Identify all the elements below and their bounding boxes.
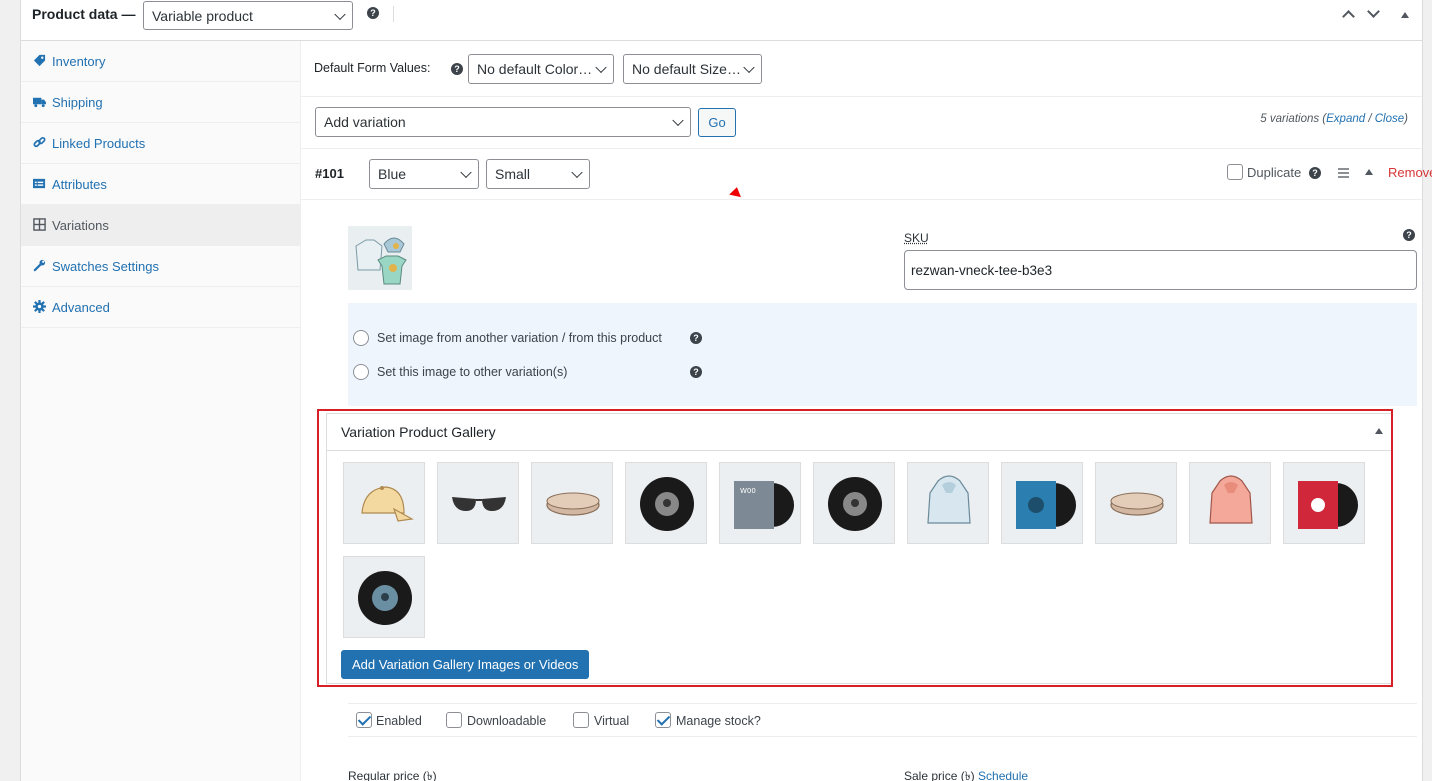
tab-label: Swatches Settings <box>52 258 159 274</box>
sku-label: SKU <box>904 231 929 245</box>
tab-attributes[interactable]: Attributes <box>21 164 300 205</box>
duplicate-label: Duplicate <box>1247 165 1302 180</box>
set-image-to-other-radio[interactable] <box>353 364 369 380</box>
help-icon[interactable]: ? <box>451 63 463 75</box>
help-icon[interactable]: ? <box>1309 167 1321 179</box>
link-icon <box>33 136 46 148</box>
variation-size-value: Small <box>495 166 531 182</box>
variation-color-select[interactable]: Blue <box>369 159 479 189</box>
chevron-down-icon <box>672 114 684 127</box>
collapse-arrow-icon[interactable] <box>1365 169 1373 175</box>
product-data-tabs: Inventory Shipping Linked Products Attri… <box>21 41 301 781</box>
tag-icon <box>33 54 46 67</box>
divider <box>301 96 1422 97</box>
chevron-down-icon <box>571 166 583 179</box>
gallery-highlight-frame <box>317 409 1393 687</box>
divider <box>301 148 1422 149</box>
enabled-checkbox[interactable] <box>356 712 372 728</box>
default-color-value: No default Color… <box>477 61 593 77</box>
list-icon <box>33 178 46 189</box>
help-icon[interactable]: ? <box>367 7 379 19</box>
tab-variations[interactable]: Variations <box>21 205 300 246</box>
chevron-up-icon[interactable] <box>1342 10 1355 23</box>
count-suffix: ) <box>1404 113 1408 125</box>
tab-label: Variations <box>52 217 109 233</box>
divider <box>348 703 1417 704</box>
tab-label: Advanced <box>52 299 110 315</box>
default-size-value: No default Size… <box>632 61 741 77</box>
truck-icon <box>33 97 46 108</box>
add-variation-select[interactable]: Add variation <box>315 107 691 137</box>
chevron-down-icon <box>743 61 755 74</box>
downloadable-checkbox[interactable] <box>446 712 462 728</box>
tab-label: Shipping <box>52 94 103 110</box>
divider <box>393 6 394 22</box>
default-size-select[interactable]: No default Size… <box>623 54 762 84</box>
image-options-box <box>348 303 1417 406</box>
expand-link[interactable]: Expand <box>1326 113 1365 125</box>
help-icon[interactable]: ? <box>690 366 702 378</box>
go-button[interactable]: Go <box>698 108 736 137</box>
toggle-arrow-icon[interactable] <box>1401 12 1409 18</box>
wrench-icon <box>33 259 46 272</box>
set-image-to-other-label: Set this image to other variation(s) <box>377 365 568 379</box>
count-prefix: 5 variations ( <box>1260 113 1327 125</box>
chevron-down-icon[interactable] <box>1367 5 1380 18</box>
regular-price-label: Regular price (৳) <box>348 769 437 781</box>
tab-shipping[interactable]: Shipping <box>21 82 300 123</box>
sku-input[interactable]: rezwan-vneck-tee-b3e3 <box>904 250 1417 290</box>
count-separator: / <box>1365 113 1375 125</box>
help-icon[interactable]: ? <box>690 332 702 344</box>
duplicate-checkbox[interactable] <box>1227 164 1243 180</box>
sale-price-label: Sale price (৳) Schedule <box>904 768 1028 781</box>
chevron-down-icon <box>334 8 346 20</box>
divider <box>301 199 1422 200</box>
divider <box>348 736 1417 737</box>
schedule-link[interactable]: Schedule <box>978 769 1028 781</box>
default-color-select[interactable]: No default Color… <box>468 54 614 84</box>
add-variation-value: Add variation <box>324 114 406 130</box>
product-type-value: Variable product <box>152 7 253 24</box>
tab-linked-products[interactable]: Linked Products <box>21 123 300 164</box>
annotation-arrow <box>729 185 743 198</box>
product-type-select[interactable]: Variable product <box>143 1 353 30</box>
manage-stock-label: Manage stock? <box>676 714 761 728</box>
grid-icon <box>33 218 46 231</box>
set-image-from-variation-radio[interactable] <box>353 330 369 346</box>
sale-price-text: Sale price (৳) <box>904 769 975 781</box>
tab-label: Linked Products <box>52 135 146 151</box>
variations-count: 5 variations (Expand / Close) <box>1260 113 1408 125</box>
manage-stock-checkbox[interactable] <box>655 712 671 728</box>
chevron-down-icon <box>460 166 472 179</box>
variation-color-value: Blue <box>378 166 407 182</box>
set-image-from-variation-label: Set image from another variation / from … <box>377 331 662 345</box>
variation-image[interactable] <box>348 226 412 290</box>
gear-icon <box>33 300 46 313</box>
remove-link[interactable]: Remove <box>1388 165 1432 180</box>
downloadable-label: Downloadable <box>467 714 547 728</box>
tab-inventory[interactable]: Inventory <box>21 41 300 82</box>
chevron-down-icon <box>595 61 607 74</box>
product-data-title: Product data — <box>32 6 136 22</box>
virtual-checkbox[interactable] <box>573 712 589 728</box>
help-icon[interactable]: ? <box>1403 229 1415 241</box>
tab-advanced[interactable]: Advanced <box>21 287 300 328</box>
variation-size-select[interactable]: Small <box>486 159 590 189</box>
product-data-header: Product data — Variable product ? <box>21 0 1422 41</box>
tab-label: Inventory <box>52 53 106 69</box>
enabled-label: Enabled <box>376 714 422 728</box>
close-link[interactable]: Close <box>1375 113 1404 125</box>
virtual-label: Virtual <box>594 714 630 728</box>
default-form-values-label: Default Form Values: <box>314 61 431 75</box>
drag-handle-icon[interactable] <box>1338 168 1349 178</box>
variation-id: #101 <box>315 166 344 181</box>
tab-swatches-settings[interactable]: Swatches Settings <box>21 246 300 287</box>
hoodie-image <box>348 226 412 290</box>
tab-label: Attributes <box>52 176 107 192</box>
